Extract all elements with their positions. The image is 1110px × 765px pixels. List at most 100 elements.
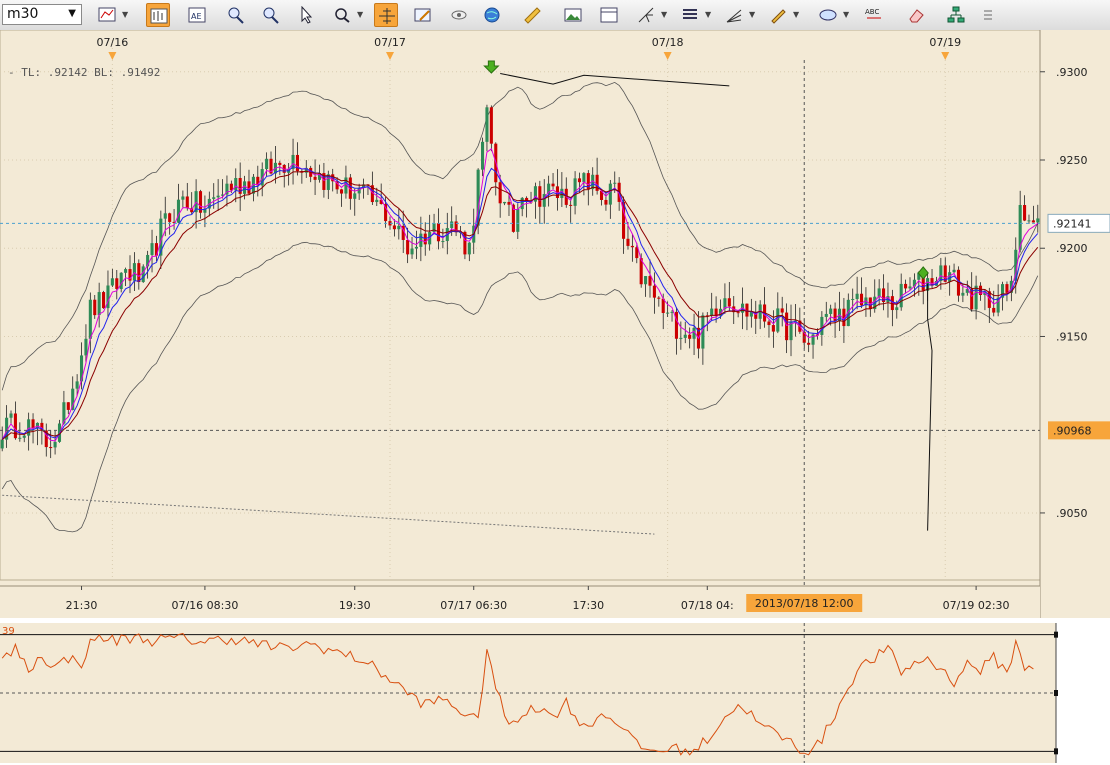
eraser-button[interactable] [904, 3, 928, 27]
zoom-out-button[interactable] [259, 3, 283, 27]
eye-button[interactable] [447, 3, 471, 27]
indicator-pane[interactable]: 39 [0, 618, 1110, 765]
candle-body-bear [657, 297, 661, 299]
candle-body-bear [604, 199, 608, 205]
candle-body-bear [13, 413, 17, 439]
candle-body-bear [807, 342, 811, 345]
lines-menu-button[interactable] [678, 3, 702, 27]
candle-body-bear [66, 402, 70, 410]
candle-body-bull [141, 266, 145, 283]
ellipse-button[interactable] [816, 3, 840, 27]
zoom-in-button[interactable] [224, 3, 248, 27]
candle-body-bull [908, 286, 912, 289]
crosshair-button[interactable] [374, 3, 398, 27]
candle-body-bear [538, 186, 542, 207]
price-chart[interactable]: .9300 .9250 .9200 .9150 .9050 21:30 07/16 08:3… [0, 30, 1110, 618]
x-tick-label: 21:30 [66, 599, 98, 612]
candle-body-bull [520, 197, 524, 210]
candlestick-toggle-button[interactable] [146, 3, 170, 27]
candle-body-bear [833, 308, 837, 322]
candle-body-bull [961, 292, 965, 296]
fork-icon [638, 7, 654, 23]
candle-body-bull [132, 263, 136, 281]
fork-button[interactable] [634, 3, 658, 27]
globe-icon [484, 7, 500, 23]
candle-body-bear [339, 189, 344, 194]
dropdown-arrow-icon[interactable]: ▼ [661, 10, 667, 19]
x-tick-label: 07/17 06:30 [440, 599, 507, 612]
pen-button[interactable] [766, 3, 790, 27]
candle-body-bull [820, 316, 824, 335]
candle-body-bear [970, 289, 974, 310]
image-icon [564, 8, 582, 22]
svg-text:AE: AE [191, 12, 202, 21]
candle-body-bull [450, 221, 454, 229]
candle-body-bull [503, 201, 507, 204]
crosshair-icon [379, 8, 395, 24]
candle [102, 290, 106, 309]
x-tick-label: 07/16 08:30 [171, 599, 238, 612]
timeframe-select[interactable]: m30 ▼ [2, 4, 82, 25]
y-tick-label: .9150 [1056, 330, 1088, 343]
day-marker-label: 07/16 [97, 36, 129, 49]
globe-button[interactable] [480, 3, 504, 27]
y-tick-label: .9300 [1056, 66, 1088, 79]
candle-body-bull [97, 292, 101, 316]
candle-body-bull [119, 272, 123, 289]
dropdown-arrow-icon[interactable]: ▼ [122, 10, 128, 19]
bar-chart-button[interactable] [95, 3, 119, 27]
text-abc-button[interactable]: ABC [862, 3, 886, 27]
fan-button[interactable] [722, 3, 746, 27]
dropdown-arrow-icon[interactable]: ▼ [749, 10, 755, 19]
dropdown-arrow-icon[interactable]: ▼ [793, 10, 799, 19]
candle-body-bull [410, 248, 414, 255]
candle-body-bull [829, 308, 833, 314]
candle-body-bull [679, 337, 683, 339]
dropdown-arrow-icon[interactable]: ▼ [705, 10, 711, 19]
ae-button[interactable]: AE [185, 3, 209, 27]
candle-body-bull [163, 213, 167, 219]
candle-body-bull [216, 195, 220, 198]
magnifier-button[interactable] [330, 3, 354, 27]
dropdown-arrow-icon[interactable]: ▼ [357, 10, 363, 19]
cursor-icon [301, 6, 313, 24]
template-button[interactable] [597, 3, 621, 27]
candle-body-bear [406, 239, 410, 255]
candle-body-bull [441, 241, 445, 243]
candle-body-bull [150, 243, 154, 255]
zoom-out-icon [263, 7, 279, 24]
edit-chart-button[interactable] [411, 3, 435, 27]
cursor-button[interactable] [294, 3, 318, 27]
chevron-down-icon: ▼ [68, 8, 76, 19]
candle-body-bear [626, 238, 630, 246]
y-tick-label: .9050 [1056, 507, 1088, 520]
indicator-axis-tick [1054, 748, 1058, 755]
candle-body-bull [516, 209, 520, 232]
candle-body-bull [952, 269, 956, 273]
candle-body-bear [185, 196, 189, 209]
candle-body-bear [137, 263, 141, 283]
candle-body-bull [481, 141, 485, 170]
candle-body-bear [569, 204, 573, 206]
y-axis-area [1040, 30, 1110, 618]
candle-body-bear [992, 307, 996, 313]
day-marker-label: 07/17 [374, 36, 406, 49]
ruler-button[interactable] [520, 3, 544, 27]
candle-body-bear [489, 107, 493, 144]
candle-body-bear [551, 183, 555, 187]
toolbar: m30 ▼ ▼ AE ▼ ▼ ▼ ▼ ▼ ▼ ABC [0, 0, 1110, 31]
dropdown-arrow-icon[interactable]: ▼ [843, 10, 849, 19]
svg-text:ABC: ABC [865, 8, 879, 16]
eraser-icon [909, 9, 924, 23]
image-button[interactable] [561, 3, 585, 27]
candle-body-bull [9, 413, 13, 418]
tree-button[interactable] [944, 3, 968, 27]
candle-body-bull [855, 293, 859, 299]
pen-icon [771, 9, 786, 24]
template-icon [600, 7, 618, 23]
indicator-label: 39 [2, 626, 15, 637]
menu-button[interactable] [976, 3, 1000, 27]
x-tick-label: 07/19 02:30 [943, 599, 1010, 612]
indicator-axis-tick [1054, 690, 1058, 696]
candle-body-bull [18, 437, 22, 439]
